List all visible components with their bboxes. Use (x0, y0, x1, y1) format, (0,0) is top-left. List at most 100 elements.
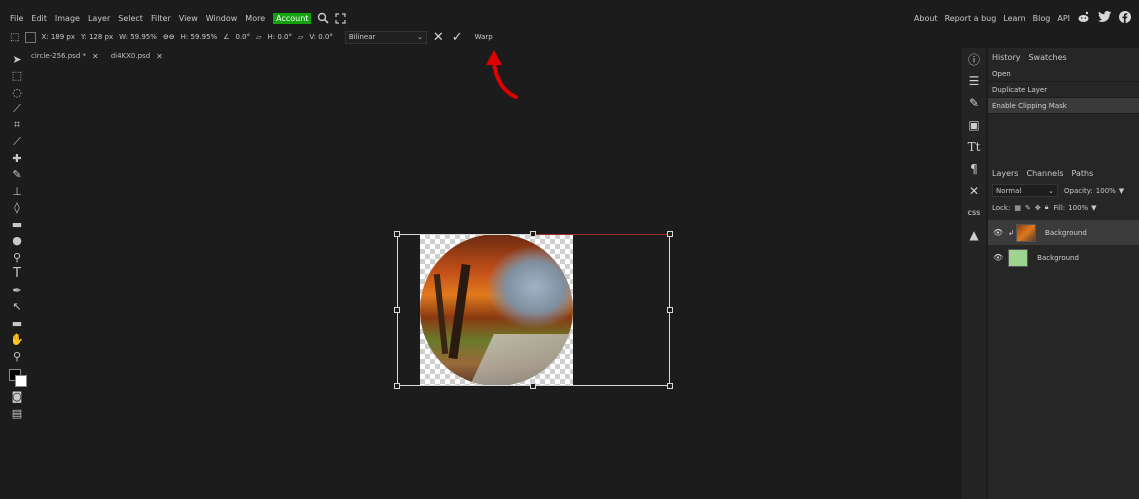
y-field[interactable]: Y: 128 px (81, 33, 113, 41)
tab-circle-256[interactable]: circle-256.psd * ✕ (31, 52, 99, 61)
reference-point-checkbox[interactable] (25, 31, 37, 43)
dropdown-arrow-icon[interactable]: ▼ (1119, 187, 1124, 195)
canvas-area[interactable] (30, 64, 958, 499)
skew-h-field[interactable]: H: 0.0° (268, 33, 292, 41)
layer-row[interactable]: 👁︎ Background (988, 245, 1139, 270)
dropdown-arrow-icon[interactable]: ▼ (1091, 204, 1096, 212)
opacity-value[interactable]: 100% (1096, 187, 1116, 195)
css-icon[interactable]: CSS (962, 202, 986, 224)
zoom-tool-icon[interactable]: ⚲ (7, 348, 27, 365)
shape-tool-icon[interactable]: ▬ (7, 315, 27, 332)
tab-paths[interactable]: Paths (1072, 169, 1094, 178)
marquee-tool-icon[interactable]: ⬚ (7, 68, 27, 85)
history-item-open[interactable]: Open (988, 66, 1139, 82)
type-tool-icon[interactable]: T (7, 266, 27, 283)
interpolation-select[interactable]: Bilinear ⌄ (344, 30, 427, 44)
transform-handle-bl[interactable] (394, 383, 400, 389)
quick-mask-icon[interactable]: ◙ (7, 389, 27, 406)
paragraph-icon[interactable]: ¶ (962, 158, 986, 180)
layer-row[interactable]: 👁︎ ↲ Background (988, 220, 1139, 245)
transform-bounding-box[interactable] (397, 234, 670, 386)
facebook-icon[interactable] (1119, 10, 1131, 26)
search-icon[interactable] (317, 12, 330, 24)
info-icon[interactable]: ⓘ (962, 48, 986, 70)
gradient-tool-icon[interactable]: ▬ (7, 216, 27, 233)
stamp-tool-icon[interactable]: ⊥ (7, 183, 27, 200)
skew-v-field[interactable]: V: 0.0° (309, 33, 332, 41)
screen-mode-icon[interactable]: ▤ (7, 405, 27, 422)
transform-handle-tl[interactable] (394, 231, 400, 237)
eye-icon[interactable]: 👁︎ (993, 228, 1003, 237)
tab-layers[interactable]: Layers (992, 169, 1018, 178)
properties-icon[interactable]: ☰ (962, 70, 986, 92)
tab-swatches[interactable]: Swatches (1028, 53, 1066, 62)
transform-handle-bm[interactable] (530, 383, 536, 389)
dodge-tool-icon[interactable]: ⚲ (7, 249, 27, 266)
menu-learn[interactable]: Learn (1003, 14, 1025, 23)
menu-filter[interactable]: Filter (151, 14, 171, 23)
transform-handle-ml[interactable] (394, 307, 400, 313)
tab-history[interactable]: History (992, 53, 1020, 62)
fullscreen-icon[interactable] (335, 12, 347, 24)
lock-position-icon[interactable]: ✥ (1035, 204, 1041, 212)
height-field[interactable]: H: 59.95% (181, 33, 218, 41)
brush-tool-icon[interactable]: ✎ (7, 167, 27, 184)
width-field[interactable]: W: 59.95% (119, 33, 157, 41)
menu-select[interactable]: Select (118, 14, 143, 23)
transform-handle-tm[interactable] (530, 231, 536, 237)
lock-all-icon[interactable]: 🔒︎ (1045, 203, 1049, 212)
blur-tool-icon[interactable]: ● (7, 233, 27, 250)
transform-handle-br[interactable] (667, 383, 673, 389)
lock-pixels-icon[interactable]: ✎ (1025, 204, 1031, 212)
menu-file[interactable]: File (10, 14, 23, 23)
account-button[interactable]: Account (273, 12, 312, 24)
eye-icon[interactable]: 👁︎ (993, 253, 1003, 262)
menu-report-bug[interactable]: Report a bug (945, 14, 997, 23)
tab-channels[interactable]: Channels (1026, 169, 1063, 178)
menu-window[interactable]: Window (206, 14, 238, 23)
rotation-field[interactable]: 0.0° (235, 33, 250, 41)
lasso-tool-icon[interactable]: ◌ (7, 84, 27, 101)
link-icon[interactable]: ⊖⊖ (163, 33, 175, 41)
confirm-transform-icon[interactable]: ✓ (452, 30, 463, 45)
pen-tool-icon[interactable]: ✒ (7, 282, 27, 299)
menu-edit[interactable]: Edit (31, 14, 47, 23)
eraser-tool-icon[interactable]: ◊ (7, 200, 27, 217)
menu-api[interactable]: API (1057, 14, 1070, 23)
close-icon[interactable]: ✕ (92, 52, 99, 61)
warp-button[interactable]: Warp (475, 33, 493, 41)
menu-layer[interactable]: Layer (88, 14, 110, 23)
character-icon[interactable]: Tt (962, 136, 986, 158)
image-icon[interactable]: ▲ (962, 224, 986, 246)
reddit-icon[interactable] (1077, 11, 1090, 26)
hand-tool-icon[interactable]: ✋ (7, 332, 27, 349)
tab-di4kx0[interactable]: di4KX0.psd ✕ (111, 52, 163, 61)
menu-blog[interactable]: Blog (1033, 14, 1051, 23)
path-select-tool-icon[interactable]: ↖ (7, 299, 27, 316)
menu-more[interactable]: More (245, 14, 265, 23)
fill-value[interactable]: 100% (1068, 204, 1088, 212)
eyedropper-tool-icon[interactable]: ⟋ (7, 134, 27, 151)
blend-mode-select[interactable]: Normal ⌄ (992, 184, 1058, 197)
menu-about[interactable]: About (914, 14, 938, 23)
move-tool-icon[interactable]: ➤ (7, 51, 27, 68)
background-color[interactable] (15, 374, 27, 387)
menu-image[interactable]: Image (55, 14, 80, 23)
tools-settings-icon[interactable]: ✕ (962, 180, 986, 202)
x-field[interactable]: X: 189 px (41, 33, 75, 41)
cancel-transform-icon[interactable]: ✕ (433, 30, 444, 45)
transform-handle-mr[interactable] (667, 307, 673, 313)
color-swatches[interactable] (7, 367, 27, 389)
magic-wand-tool-icon[interactable]: ⟋ (7, 101, 27, 118)
history-item-duplicate-layer[interactable]: Duplicate Layer (988, 82, 1139, 98)
twitter-icon[interactable] (1098, 11, 1111, 25)
menu-view[interactable]: View (179, 14, 198, 23)
crop-tool-icon[interactable]: ⌗ (7, 117, 27, 134)
brush-settings-icon[interactable]: ✎ (962, 92, 986, 114)
transform-handle-tr[interactable] (667, 231, 673, 237)
healing-tool-icon[interactable]: ✚ (7, 150, 27, 167)
image-panel-icon[interactable]: ▣ (962, 114, 986, 136)
lock-transparency-icon[interactable]: ▦ (1014, 204, 1021, 212)
history-item-enable-clipping-mask[interactable]: Enable Clipping Mask (988, 98, 1139, 114)
close-icon[interactable]: ✕ (156, 52, 163, 61)
